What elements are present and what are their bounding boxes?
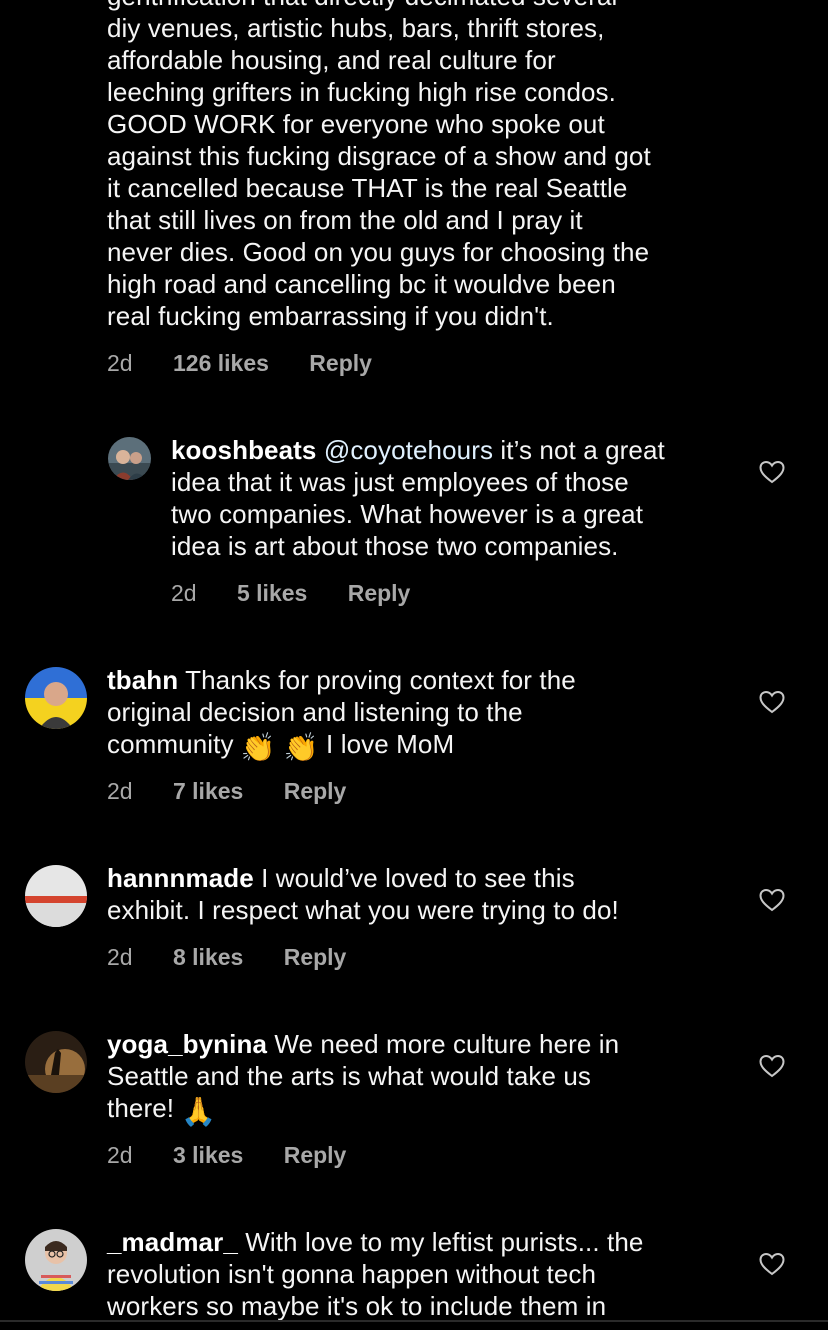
comment-meta: 2d 5 likes Reply: [171, 580, 444, 607]
comment-meta: 2d 3 likes Reply: [107, 1142, 380, 1169]
comment-meta: 2d 126 likes Reply: [107, 350, 406, 377]
like-count[interactable]: 126 likes: [173, 350, 269, 376]
reply-button[interactable]: Reply: [348, 580, 411, 606]
comment-time: 2d: [107, 778, 133, 804]
comment-time: 2d: [107, 350, 133, 376]
comment-text: gentrification that directly decimated s…: [107, 0, 651, 331]
mention-link[interactable]: @coyotehours: [324, 435, 493, 465]
comment-meta: 2d 8 likes Reply: [107, 944, 380, 971]
comment-time: 2d: [107, 1142, 133, 1168]
comment-text: yoga_bynina We need more culture here in…: [107, 1029, 620, 1127]
reply-button[interactable]: Reply: [284, 944, 347, 970]
comments-screen: gentrification that directly decimated s…: [0, 0, 828, 1330]
heart-outline-icon[interactable]: [759, 460, 785, 484]
comment-text: kooshbeats @coyotehours it’s not a great…: [171, 435, 665, 561]
like-count[interactable]: 5 likes: [237, 580, 307, 606]
bottom-divider: [0, 1320, 828, 1322]
avatar[interactable]: [25, 1031, 87, 1093]
comment-text: _madmar_ With love to my leftist purists…: [107, 1227, 644, 1321]
avatar[interactable]: [25, 865, 87, 927]
heart-outline-icon[interactable]: [759, 1252, 785, 1276]
heart-outline-icon[interactable]: [759, 888, 785, 912]
comment-meta: 2d 7 likes Reply: [107, 778, 380, 805]
username[interactable]: yoga_bynina: [107, 1029, 267, 1059]
comment-time: 2d: [107, 944, 133, 970]
heart-outline-icon[interactable]: [759, 1054, 785, 1078]
like-count[interactable]: 7 likes: [173, 778, 243, 804]
reply-button[interactable]: Reply: [284, 1142, 347, 1168]
reply-button[interactable]: Reply: [309, 350, 372, 376]
reply-button[interactable]: Reply: [284, 778, 347, 804]
username[interactable]: tbahn: [107, 665, 178, 695]
folded-hands-emoji: 🙏: [181, 1096, 217, 1127]
like-count[interactable]: 8 likes: [173, 944, 243, 970]
heart-outline-icon[interactable]: [759, 690, 785, 714]
username[interactable]: _madmar_: [107, 1227, 238, 1257]
like-count[interactable]: 3 likes: [173, 1142, 243, 1168]
comment-text: hannnmade I would’ve loved to see this e…: [107, 863, 619, 925]
username[interactable]: kooshbeats: [171, 435, 317, 465]
avatar[interactable]: [25, 667, 87, 729]
username[interactable]: hannnmade: [107, 863, 254, 893]
avatar[interactable]: [25, 1229, 87, 1291]
comment-text: tbahn Thanks for proving context for the…: [107, 665, 576, 763]
avatar[interactable]: [108, 437, 151, 480]
clapping-hands-emoji: 👏 👏: [240, 732, 319, 763]
comment-time: 2d: [171, 580, 197, 606]
